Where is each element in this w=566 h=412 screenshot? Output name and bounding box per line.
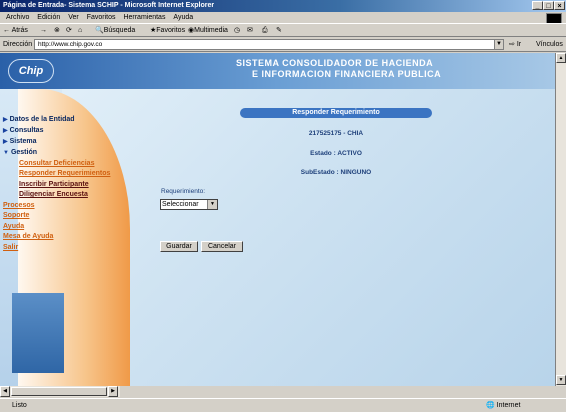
chip-logo[interactable]: Chip (8, 59, 54, 83)
sub-diligenciar-encuesta[interactable]: Diligenciar Encuesta (19, 191, 88, 198)
multimedia-button[interactable]: ◉Multimedia (188, 24, 228, 38)
nav-mesa-ayuda[interactable]: Mesa de Ayuda (3, 233, 53, 240)
address-input[interactable]: http://www.chip.gov.co (34, 39, 504, 50)
forward-icon[interactable]: → (40, 24, 47, 38)
nav-datos-entidad[interactable]: ▶ Datos de la Entidad (3, 116, 75, 123)
requerimiento-label: Requerimiento: (161, 188, 206, 195)
chevron-down-icon: ▼ (207, 200, 217, 209)
favorites-label: Favoritos (156, 27, 186, 34)
select-value: Seleccionar (162, 201, 199, 208)
web-page: Chip SISTEMA CONSOLIDADOR DE HACIENDA E … (0, 53, 555, 386)
arrow-right-icon: ▶ (3, 117, 8, 123)
print-icon[interactable]: ⎙ (262, 24, 268, 38)
scroll-right-icon[interactable]: ▶ (108, 386, 118, 397)
requerimiento-select[interactable]: Seleccionar ▼ (160, 199, 218, 210)
sub-responder-requerimientos[interactable]: Responder Requerimientos (19, 170, 110, 177)
zone-label: Internet (496, 402, 521, 409)
estado-text: Estado : ACTIVO (310, 150, 362, 157)
nav-ayuda[interactable]: Ayuda (3, 223, 24, 230)
menu-archivo[interactable]: Archivo (6, 14, 29, 21)
nav-sistema[interactable]: ▶ Sistema (3, 138, 36, 145)
nav-soporte[interactable]: Soporte (3, 212, 29, 219)
cancel-button[interactable]: Cancelar (201, 241, 243, 252)
back-button[interactable]: ← Atrás (3, 24, 28, 38)
close-button[interactable]: × (554, 1, 565, 10)
nav-salir[interactable]: Salir (3, 244, 18, 251)
window-titlebar: Página de Entrada- Sistema SCHIP - Micro… (0, 0, 566, 12)
maximize-button[interactable]: □ (543, 1, 554, 10)
minimize-button[interactable]: _ (532, 1, 543, 10)
home-icon[interactable]: ⌂ (78, 24, 82, 38)
go-label: Ir (516, 41, 522, 48)
go-button[interactable]: ⇨ Ir (509, 37, 521, 52)
mail-icon[interactable]: ✉ (247, 24, 253, 38)
page-header: Chip SISTEMA CONSOLIDADOR DE HACIENDA E … (0, 53, 555, 89)
internet-zone: 🌐 Internet (486, 402, 521, 409)
nav-label: Gestión (10, 149, 38, 156)
arrow-right-icon: ▶ (3, 139, 8, 145)
nav-gestion[interactable]: ▼ Gestión (3, 149, 37, 156)
toolbar: ← Atrás → ⊗ ⟳ ⌂ 🔍Búsqueda ★Favoritos ◉Mu… (0, 23, 566, 37)
vertical-scrollbar[interactable]: ▲ ▼ (555, 53, 566, 386)
search-button[interactable]: 🔍Búsqueda (95, 24, 135, 38)
menu-favoritos[interactable]: Favoritos (87, 14, 116, 21)
status-text: Listo (12, 402, 27, 409)
panel-title: Responder Requerimiento (240, 108, 432, 118)
scroll-thumb[interactable] (11, 387, 107, 396)
arrow-down-icon: ▼ (3, 150, 9, 156)
refresh-icon[interactable]: ⟳ (66, 24, 72, 38)
nav-label: Datos de la Entidad (9, 116, 75, 123)
arrow-right-icon: ▶ (3, 128, 8, 134)
scroll-down-icon[interactable]: ▼ (556, 375, 566, 385)
multimedia-label: Multimedia (194, 27, 228, 34)
menu-bar: Archivo Edición Ver Favoritos Herramient… (0, 12, 566, 24)
sub-inscribir-participante[interactable]: Inscribir Participante (19, 181, 89, 188)
address-dropdown-icon[interactable]: ▼ (494, 39, 504, 50)
entity-code: 217525175 - CHIA (308, 130, 364, 137)
subestado-text: SubEstado : NINGUNO (300, 169, 372, 176)
menu-edicion[interactable]: Edición (37, 14, 60, 21)
search-label: Búsqueda (103, 27, 136, 34)
address-label: Dirección (3, 41, 33, 48)
scroll-left-icon[interactable]: ◀ (0, 386, 10, 397)
nav-label: Consultas (9, 127, 44, 134)
favorites-button[interactable]: ★Favoritos (150, 24, 185, 38)
sub-consultar-deficiencias[interactable]: Consultar Deficiencias (19, 160, 94, 167)
edit-icon[interactable]: ✎ (276, 24, 282, 38)
back-label: Atrás (11, 27, 28, 34)
nav-consultas[interactable]: ▶ Consultas (3, 127, 43, 134)
stop-icon[interactable]: ⊗ (54, 24, 60, 38)
links-button[interactable]: Vínculos (536, 37, 563, 52)
history-icon[interactable]: ◷ (234, 24, 240, 38)
header-title-line1: SISTEMA CONSOLIDADOR DE HACIENDA (236, 58, 434, 68)
nav-label: Sistema (9, 138, 37, 145)
address-bar: Dirección http://www.chip.gov.co ▼ ⇨ Ir … (0, 37, 566, 52)
window-title: Página de Entrada- Sistema SCHIP - Micro… (3, 2, 215, 9)
sidebar-decoration (12, 293, 64, 373)
menu-ayuda[interactable]: Ayuda (173, 14, 193, 21)
save-button[interactable]: Guardar (160, 241, 198, 252)
horizontal-scrollbar[interactable]: ◀ ▶ (0, 386, 120, 397)
status-bar: Listo 🌐 Internet (0, 398, 566, 411)
scroll-up-icon[interactable]: ▲ (556, 53, 566, 63)
nav-procesos[interactable]: Procesos (3, 202, 35, 209)
menu-herramientas[interactable]: Herramientas (123, 14, 165, 21)
header-title-line2: E INFORMACION FINANCIERA PUBLICA (252, 69, 442, 79)
menu-ver[interactable]: Ver (68, 14, 79, 21)
